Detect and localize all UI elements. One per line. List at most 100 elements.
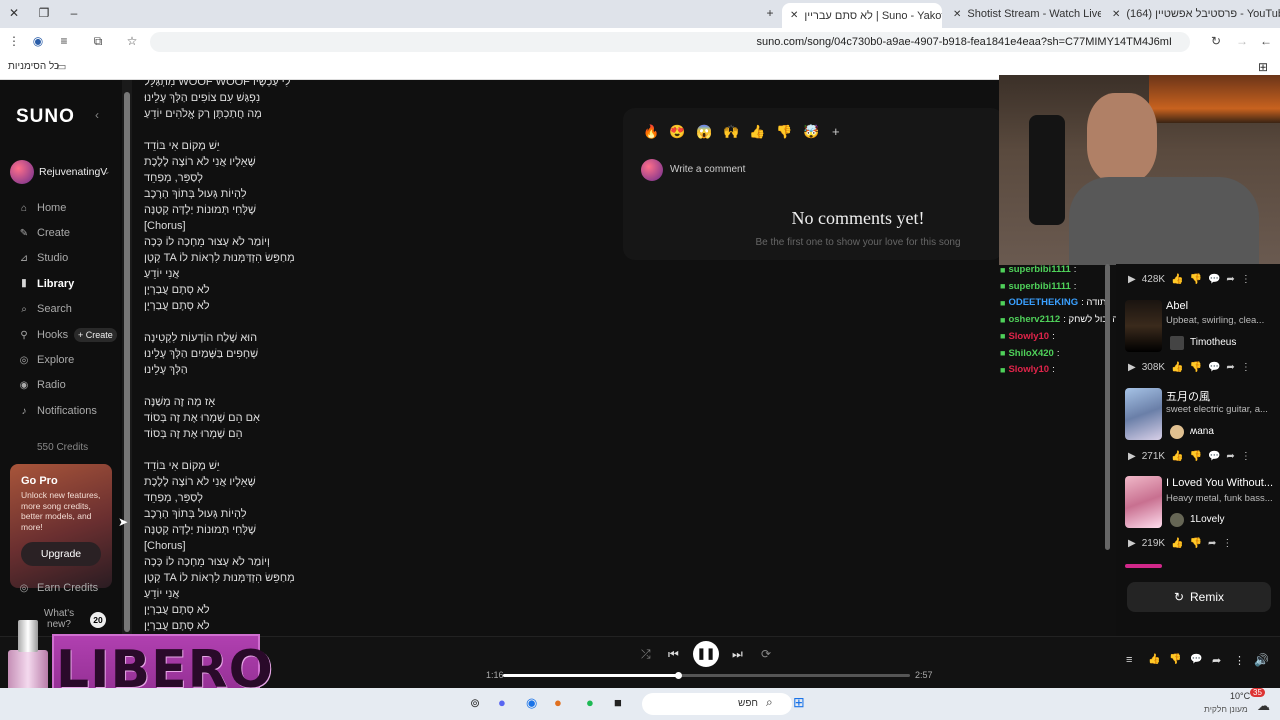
- tab-suno[interactable]: ✕ לא סתם עבריין | Suno - Yakot: [782, 3, 942, 28]
- reaction-shock-icon[interactable]: 😱: [696, 124, 712, 140]
- dislike-icon[interactable]: 👎: [1190, 451, 1202, 462]
- share-icon[interactable]: ➦: [1226, 362, 1234, 373]
- artist-name[interactable]: Timotheus: [1190, 337, 1236, 348]
- artist-name[interactable]: ʍana: [1190, 426, 1214, 437]
- list-scrollbar[interactable]: [1105, 264, 1110, 550]
- sidebar-item-radio[interactable]: ◉ Radio: [18, 379, 66, 391]
- tab-stream[interactable]: ✕ Shotist Stream - Watch Live on: [945, 3, 1101, 25]
- dislike-icon[interactable]: 👎: [1190, 362, 1202, 373]
- suno-logo[interactable]: SUNO: [16, 106, 75, 128]
- windows-start-icon[interactable]: ⊞: [793, 694, 805, 711]
- play-icon[interactable]: ▶: [1128, 451, 1136, 462]
- like-icon[interactable]: 👍: [1171, 538, 1183, 549]
- more-icon[interactable]: ⋮: [1222, 538, 1232, 549]
- queue-icon[interactable]: ≡: [1126, 654, 1132, 666]
- username[interactable]: RejuvenatingV: [39, 166, 107, 178]
- song-title[interactable]: 五月の風: [1166, 388, 1276, 404]
- reaction-thumbs-down-icon[interactable]: 👎: [776, 124, 792, 140]
- collapse-sidebar-icon[interactable]: ‹: [95, 108, 99, 122]
- reaction-thumbs-up-icon[interactable]: 👍: [749, 124, 765, 140]
- weather-temp[interactable]: 10°C: [1230, 691, 1250, 701]
- artist-name[interactable]: 1Lovely: [1190, 514, 1224, 525]
- chat-username[interactable]: superbibi1111: [1008, 281, 1070, 292]
- like-icon[interactable]: 👍: [1171, 451, 1183, 462]
- more-icon[interactable]: ⋮: [1241, 274, 1251, 285]
- app-icon[interactable]: ⊚: [470, 696, 480, 710]
- url-input[interactable]: suno.com/song/04c730b0-a9ae-4907-b918-fe…: [150, 32, 1190, 52]
- like-icon[interactable]: 👍: [1171, 362, 1183, 373]
- chat-username[interactable]: osherv2112: [1008, 314, 1060, 325]
- progress-bar[interactable]: [503, 672, 910, 679]
- song-thumbnail[interactable]: [1125, 388, 1162, 440]
- credits-count[interactable]: 550 Credits: [37, 442, 88, 453]
- song-title[interactable]: Abel: [1166, 300, 1276, 312]
- play-icon[interactable]: ▶: [1128, 274, 1136, 285]
- dislike-icon[interactable]: 👎: [1169, 654, 1181, 665]
- tab-youtube[interactable]: ✕ (164) פרסטיבל אפשטיין - YouTube: [1104, 3, 1280, 25]
- sidebar-item-create[interactable]: ✎ Create: [18, 227, 70, 239]
- sidebar-item-notifications[interactable]: ♪ Notifications: [18, 405, 97, 417]
- scrollbar-thumb[interactable]: [124, 92, 130, 632]
- more-icon[interactable]: ⋮: [1241, 362, 1251, 373]
- reaction-fire-icon[interactable]: 🔥: [643, 124, 659, 140]
- reload-icon[interactable]: ↻: [1208, 34, 1224, 48]
- song-thumbnail[interactable]: [1125, 564, 1162, 568]
- sidebar-item-home[interactable]: ⌂ Home: [18, 202, 66, 214]
- app-icon[interactable]: ■: [614, 695, 622, 710]
- reaction-mindblown-icon[interactable]: 🤯: [803, 124, 819, 140]
- chat-username[interactable]: superbibi1111: [1008, 264, 1070, 275]
- more-icon[interactable]: ⋮: [1234, 654, 1245, 667]
- dislike-icon[interactable]: 👎: [1190, 538, 1202, 549]
- forward-icon[interactable]: →: [1234, 34, 1250, 48]
- menu-icon[interactable]: ⋮: [6, 34, 22, 48]
- volume-icon[interactable]: 🔊: [1254, 653, 1269, 667]
- restore-window-icon[interactable]: ❐: [34, 4, 54, 22]
- repeat-icon[interactable]: ⟳: [761, 647, 771, 661]
- play-icon[interactable]: ▶: [1128, 362, 1136, 373]
- comment-input[interactable]: Write a comment: [670, 164, 745, 175]
- comment-icon[interactable]: 💬: [1208, 274, 1220, 285]
- discord-icon[interactable]: ●: [498, 695, 506, 710]
- chevron-down-icon[interactable]: ⌄: [103, 166, 111, 177]
- play-icon[interactable]: ▶: [1128, 538, 1136, 549]
- close-icon[interactable]: ✕: [790, 10, 798, 21]
- chat-username[interactable]: ShiloX420: [1008, 348, 1053, 359]
- bookmark-star-icon[interactable]: ☆: [124, 34, 140, 48]
- share-icon[interactable]: ➦: [1226, 451, 1234, 462]
- more-icon[interactable]: ⋮: [1241, 451, 1251, 462]
- song-thumbnail[interactable]: [1125, 300, 1162, 352]
- like-icon[interactable]: 👍: [1148, 654, 1160, 665]
- dislike-icon[interactable]: 👎: [1190, 274, 1202, 285]
- add-reaction-icon[interactable]: +: [832, 124, 840, 139]
- sidebar-item-search[interactable]: ⌕ Search: [18, 303, 72, 315]
- song-title[interactable]: I Loved You Without...: [1166, 477, 1276, 489]
- profile-icon[interactable]: ◉: [30, 34, 46, 48]
- upgrade-button[interactable]: Upgrade: [21, 542, 101, 566]
- share-icon[interactable]: ➦: [1208, 538, 1216, 549]
- sidebar-item-earn-credits[interactable]: ◎ Earn Credits: [18, 582, 99, 594]
- chrome-icon[interactable]: ◉: [526, 695, 537, 711]
- chat-username[interactable]: Slowly10: [1008, 331, 1049, 342]
- pause-button[interactable]: ❚❚: [693, 641, 719, 667]
- spotify-icon[interactable]: ●: [586, 695, 594, 710]
- sidebar-item-explore[interactable]: ◎ Explore: [18, 354, 75, 366]
- minimize-window-icon[interactable]: –: [64, 4, 84, 22]
- sidebar-scrollbar[interactable]: [122, 80, 132, 636]
- sidebar-item-library[interactable]: ⦀ Library: [18, 278, 75, 290]
- close-icon[interactable]: ✕: [1112, 9, 1120, 20]
- next-icon[interactable]: ⏭: [732, 647, 743, 662]
- shuffle-icon[interactable]: ⤮: [641, 647, 651, 662]
- reaction-raise-hands-icon[interactable]: 🙌: [723, 124, 739, 140]
- avatar[interactable]: [10, 160, 34, 184]
- remix-button[interactable]: ↻ Remix: [1127, 582, 1271, 612]
- reaction-love-icon[interactable]: 😍: [669, 124, 685, 140]
- apps-grid-icon[interactable]: ⊞: [1258, 60, 1268, 74]
- comment-icon[interactable]: 💬: [1208, 451, 1220, 462]
- notification-badge[interactable]: 35: [1250, 688, 1265, 697]
- comment-icon[interactable]: 💬: [1208, 362, 1220, 373]
- previous-icon[interactable]: ⏮: [668, 647, 679, 662]
- chat-username[interactable]: ODEETHEKING: [1008, 297, 1078, 308]
- sidebar-item-studio[interactable]: ⊿ Studio: [18, 252, 68, 264]
- back-icon[interactable]: ←: [1258, 34, 1274, 48]
- like-icon[interactable]: 👍: [1171, 274, 1183, 285]
